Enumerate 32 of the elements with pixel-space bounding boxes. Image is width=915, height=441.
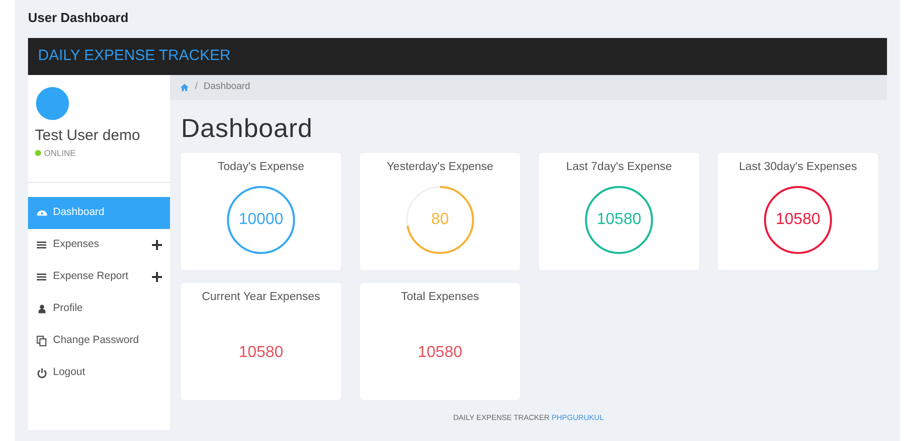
card-value: 80	[431, 210, 449, 230]
user-name: Test User demo	[34, 126, 142, 146]
menu-item[interactable]: Expense Report	[53, 268, 147, 284]
user-icon	[36, 302, 48, 315]
menu-item[interactable]: Profile	[53, 300, 162, 316]
copy-icon	[36, 334, 48, 347]
card-value: 10580	[418, 343, 462, 364]
list-icon	[36, 238, 48, 251]
card-value: 10580	[776, 210, 820, 230]
breadcrumb-item: Dashboard	[204, 80, 250, 94]
menu-item[interactable]: Expenses	[53, 236, 147, 252]
user-status: ONLINE	[44, 147, 76, 160]
page-heading: Dashboard	[181, 112, 314, 144]
card-title: Last 30day's Expenses	[739, 160, 857, 175]
card-title: Yesterday's Expense	[386, 160, 494, 175]
breadcrumb-separator: /	[195, 80, 198, 94]
menu-item[interactable]: Logout	[53, 364, 162, 380]
plus-icon[interactable]	[152, 272, 162, 282]
card-value: 10580	[596, 210, 642, 230]
card-value: 10580	[238, 343, 284, 364]
brand-title[interactable]: DAILY EXPENSE TRACKER	[38, 44, 231, 68]
card-title: Total Expenses	[401, 290, 479, 305]
page-title: User Dashboard	[28, 9, 130, 27]
power-icon	[36, 366, 48, 379]
list-icon	[36, 270, 48, 283]
plus-icon[interactable]	[152, 240, 162, 250]
card-title: Today's Expense	[218, 160, 304, 175]
card-title: Current Year Expenses	[202, 290, 320, 305]
avatar	[36, 86, 69, 120]
menu-item[interactable]: Change Password	[53, 332, 162, 348]
card-title: Last 7day's Expense	[566, 160, 672, 175]
card-value: 10000	[238, 210, 284, 230]
